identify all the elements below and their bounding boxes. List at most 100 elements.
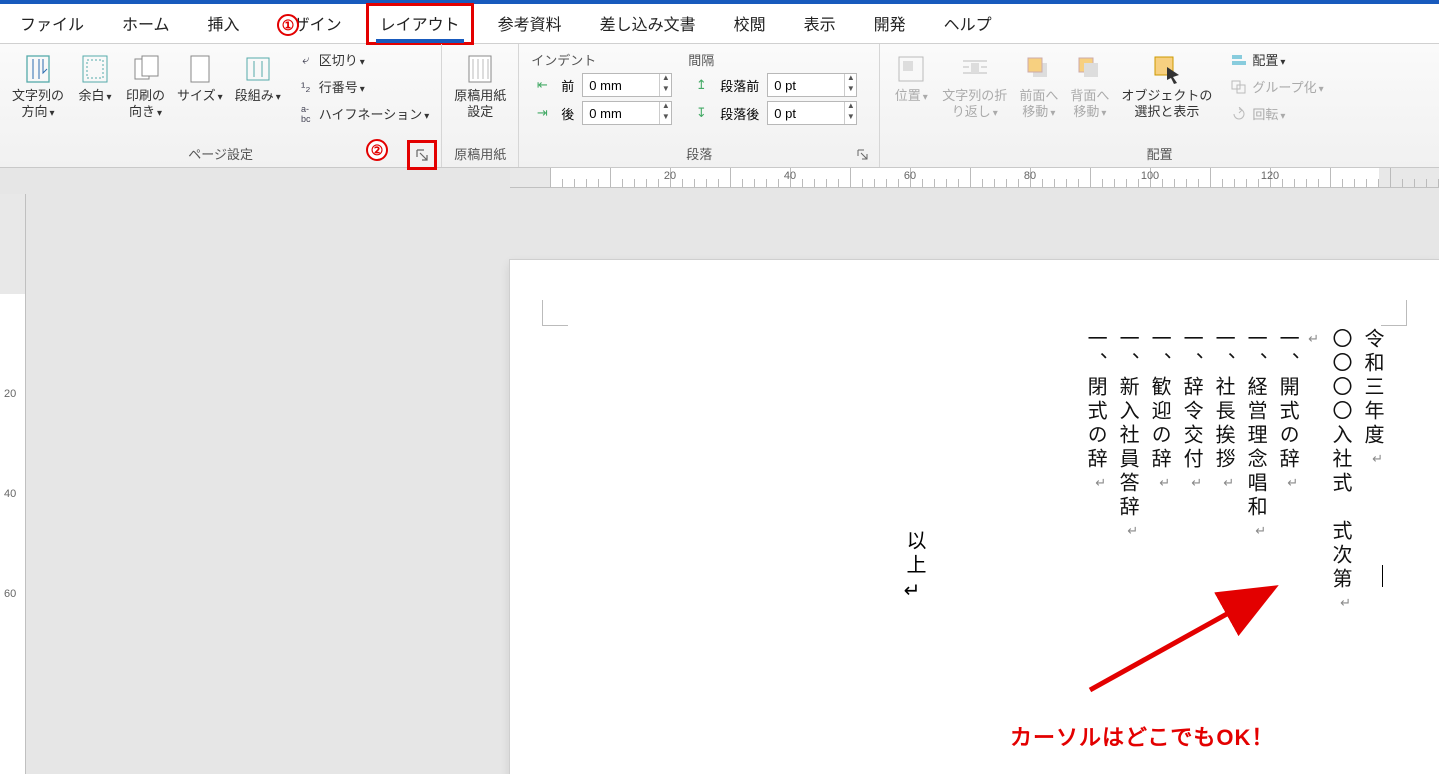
wrap-text-label: 文字列の折 り返し xyxy=(942,88,1007,121)
group-manuscript: 原稿用紙 設定 原稿用紙 xyxy=(442,44,519,167)
doc-line-7[interactable]: 一、歓迎の辞↵ xyxy=(1148,328,1170,610)
doc-line-1[interactable]: 〇〇〇〇入社式 式次第↵ xyxy=(1329,328,1351,610)
selection-pane-button[interactable]: オブジェクトの 選択と表示 xyxy=(1115,48,1218,121)
indent-left-input[interactable] xyxy=(583,74,659,96)
space-before-label: 段落前 xyxy=(720,76,759,95)
doc-line-9[interactable]: 一、閉式の辞↵ xyxy=(1084,328,1106,610)
size-button[interactable]: サイズ xyxy=(171,48,229,105)
space-before-icon: ↥ xyxy=(690,77,712,93)
paragraph-group-label: 段落 xyxy=(525,142,873,167)
indent-left-down[interactable]: ▼ xyxy=(660,85,671,96)
indent-section-title: インデント xyxy=(525,48,602,71)
align-icon xyxy=(1230,53,1248,67)
send-backward-icon xyxy=(1073,52,1107,86)
hyphenation-button[interactable]: a-bc ハイフネーション xyxy=(291,102,436,125)
doc-line-8[interactable]: 一、新入社員答辞↵ xyxy=(1116,328,1138,610)
space-before-down[interactable]: ▼ xyxy=(845,85,856,96)
tab-file[interactable]: ファイル xyxy=(8,5,96,43)
spacing-section-title: 間隔 xyxy=(682,48,720,71)
text-direction-label: 文字列の 方向 xyxy=(12,88,64,121)
hruler-left-margin xyxy=(510,168,550,187)
text-direction-button[interactable]: 文字列の 方向 xyxy=(6,48,70,121)
align-button[interactable]: 配置 xyxy=(1224,48,1329,71)
document-workspace: 204060 令和三年度↵ 〇〇〇〇入社式 式次第↵ ↵ 一、開式の辞↵ 一、経… xyxy=(0,188,1439,774)
annotation-circled-2: ② xyxy=(366,139,388,161)
space-after-down[interactable]: ▼ xyxy=(845,113,856,124)
tab-insert[interactable]: 挿入 xyxy=(196,5,252,43)
space-after-label: 段落後 xyxy=(720,104,759,123)
tab-developer[interactable]: 開発 xyxy=(862,5,918,43)
paragraph-group-text: 段落 xyxy=(686,147,712,162)
send-backward-button: 背面へ 移動 xyxy=(1064,48,1115,121)
indent-right-spinner[interactable]: ▲▼ xyxy=(582,101,672,125)
position-icon xyxy=(894,52,928,86)
group-objects-icon xyxy=(1230,80,1248,94)
text-cursor xyxy=(1382,565,1383,587)
document-text-columns: 令和三年度↵ 〇〇〇〇入社式 式次第↵ ↵ 一、開式の辞↵ 一、経営理念唱和↵ … xyxy=(1084,328,1383,610)
space-before-spinner[interactable]: ▲▼ xyxy=(767,73,857,97)
annotation-arrow xyxy=(1070,580,1290,700)
tab-home[interactable]: ホーム xyxy=(110,5,182,43)
columns-label: 段組み xyxy=(235,88,281,105)
tab-help[interactable]: ヘルプ xyxy=(932,5,1004,43)
orientation-label: 印刷の 向き xyxy=(126,88,165,121)
doc-line-5[interactable]: 一、社長挨拶↵ xyxy=(1212,328,1234,610)
indent-left-label: 前 xyxy=(561,76,574,95)
wrap-text-button: 文字列の折 り返し xyxy=(936,48,1013,121)
position-button: 位置 xyxy=(886,48,936,105)
group-arrange: 位置 文字列の折 り返し 前面へ 移動 背面へ 移動 xyxy=(880,44,1439,167)
annotation-caption: カーソルはどこでもOK！ xyxy=(1010,720,1274,752)
indent-right-input[interactable] xyxy=(583,102,659,124)
paragraph-dialog-launcher[interactable] xyxy=(855,147,871,163)
manuscript-group-label: 原稿用紙 xyxy=(448,142,512,167)
vertical-ruler[interactable]: 204060 xyxy=(0,194,26,774)
group-objects-label: グループ化 xyxy=(1252,77,1323,96)
size-label: サイズ xyxy=(177,88,223,105)
columns-button[interactable]: 段組み xyxy=(229,48,287,105)
align-label: 配置 xyxy=(1252,50,1285,69)
indent-left-icon: ⇤ xyxy=(531,77,553,93)
document-page[interactable]: 令和三年度↵ 〇〇〇〇入社式 式次第↵ ↵ 一、開式の辞↵ 一、経営理念唱和↵ … xyxy=(510,260,1439,774)
indent-right-down[interactable]: ▼ xyxy=(660,113,671,124)
rotate-icon xyxy=(1230,107,1248,121)
page-setup-dialog-launcher[interactable] xyxy=(411,144,433,166)
size-icon xyxy=(183,52,217,86)
selection-pane-icon xyxy=(1150,52,1184,86)
tab-references[interactable]: 参考資料 xyxy=(486,5,574,43)
bring-forward-icon xyxy=(1022,52,1056,86)
page-setup-group-text: ページ設定 xyxy=(188,147,253,162)
tab-mailings[interactable]: 差し込み文書 xyxy=(588,5,708,43)
horizontal-ruler[interactable]: 20406080100120 xyxy=(510,168,1439,188)
space-before-input[interactable] xyxy=(768,74,844,96)
line-numbers-button[interactable]: ¹₂ 行番号 xyxy=(291,75,436,98)
ribbon: 文字列の 方向 余白 印刷の 向き サイズ xyxy=(0,44,1439,168)
rotate-button: 回転 xyxy=(1224,102,1329,125)
margins-button[interactable]: 余白 xyxy=(70,48,120,105)
doc-line-4[interactable]: 一、経営理念唱和↵ xyxy=(1244,328,1266,610)
doc-line-2[interactable]: ↵ xyxy=(1308,328,1319,610)
indent-right-label: 後 xyxy=(561,104,574,123)
space-after-input[interactable] xyxy=(768,102,844,124)
doc-line-6[interactable]: 一、辞令交付↵ xyxy=(1180,328,1202,610)
doc-ijyou[interactable]: 以上↵ xyxy=(900,530,929,603)
tab-view[interactable]: 表示 xyxy=(792,5,848,43)
orientation-button[interactable]: 印刷の 向き xyxy=(120,48,171,121)
indent-right-icon: ⇥ xyxy=(531,105,553,121)
hyphenation-label: ハイフネーション xyxy=(319,104,430,123)
hyphenation-icon: a-bc xyxy=(297,107,315,121)
margin-corner-left xyxy=(542,300,568,326)
doc-line-0[interactable]: 令和三年度↵ xyxy=(1361,328,1383,610)
margins-label: 余白 xyxy=(78,88,111,105)
send-backward-label: 背面へ 移動 xyxy=(1070,88,1109,121)
space-after-spinner[interactable]: ▲▼ xyxy=(767,101,857,125)
tab-review[interactable]: 校閲 xyxy=(722,5,778,43)
manuscript-label: 原稿用紙 設定 xyxy=(454,88,506,121)
line-numbers-label: 行番号 xyxy=(319,77,365,96)
position-label: 位置 xyxy=(895,88,928,105)
indent-left-spinner[interactable]: ▲▼ xyxy=(582,73,672,97)
manuscript-settings-button[interactable]: 原稿用紙 設定 xyxy=(448,48,512,121)
doc-line-3[interactable]: 一、開式の辞↵ xyxy=(1276,328,1298,610)
tab-layout[interactable]: レイアウト xyxy=(368,5,472,43)
breaks-button[interactable]: ⤶ 区切り xyxy=(291,48,436,71)
margin-corner-right xyxy=(1381,300,1407,326)
